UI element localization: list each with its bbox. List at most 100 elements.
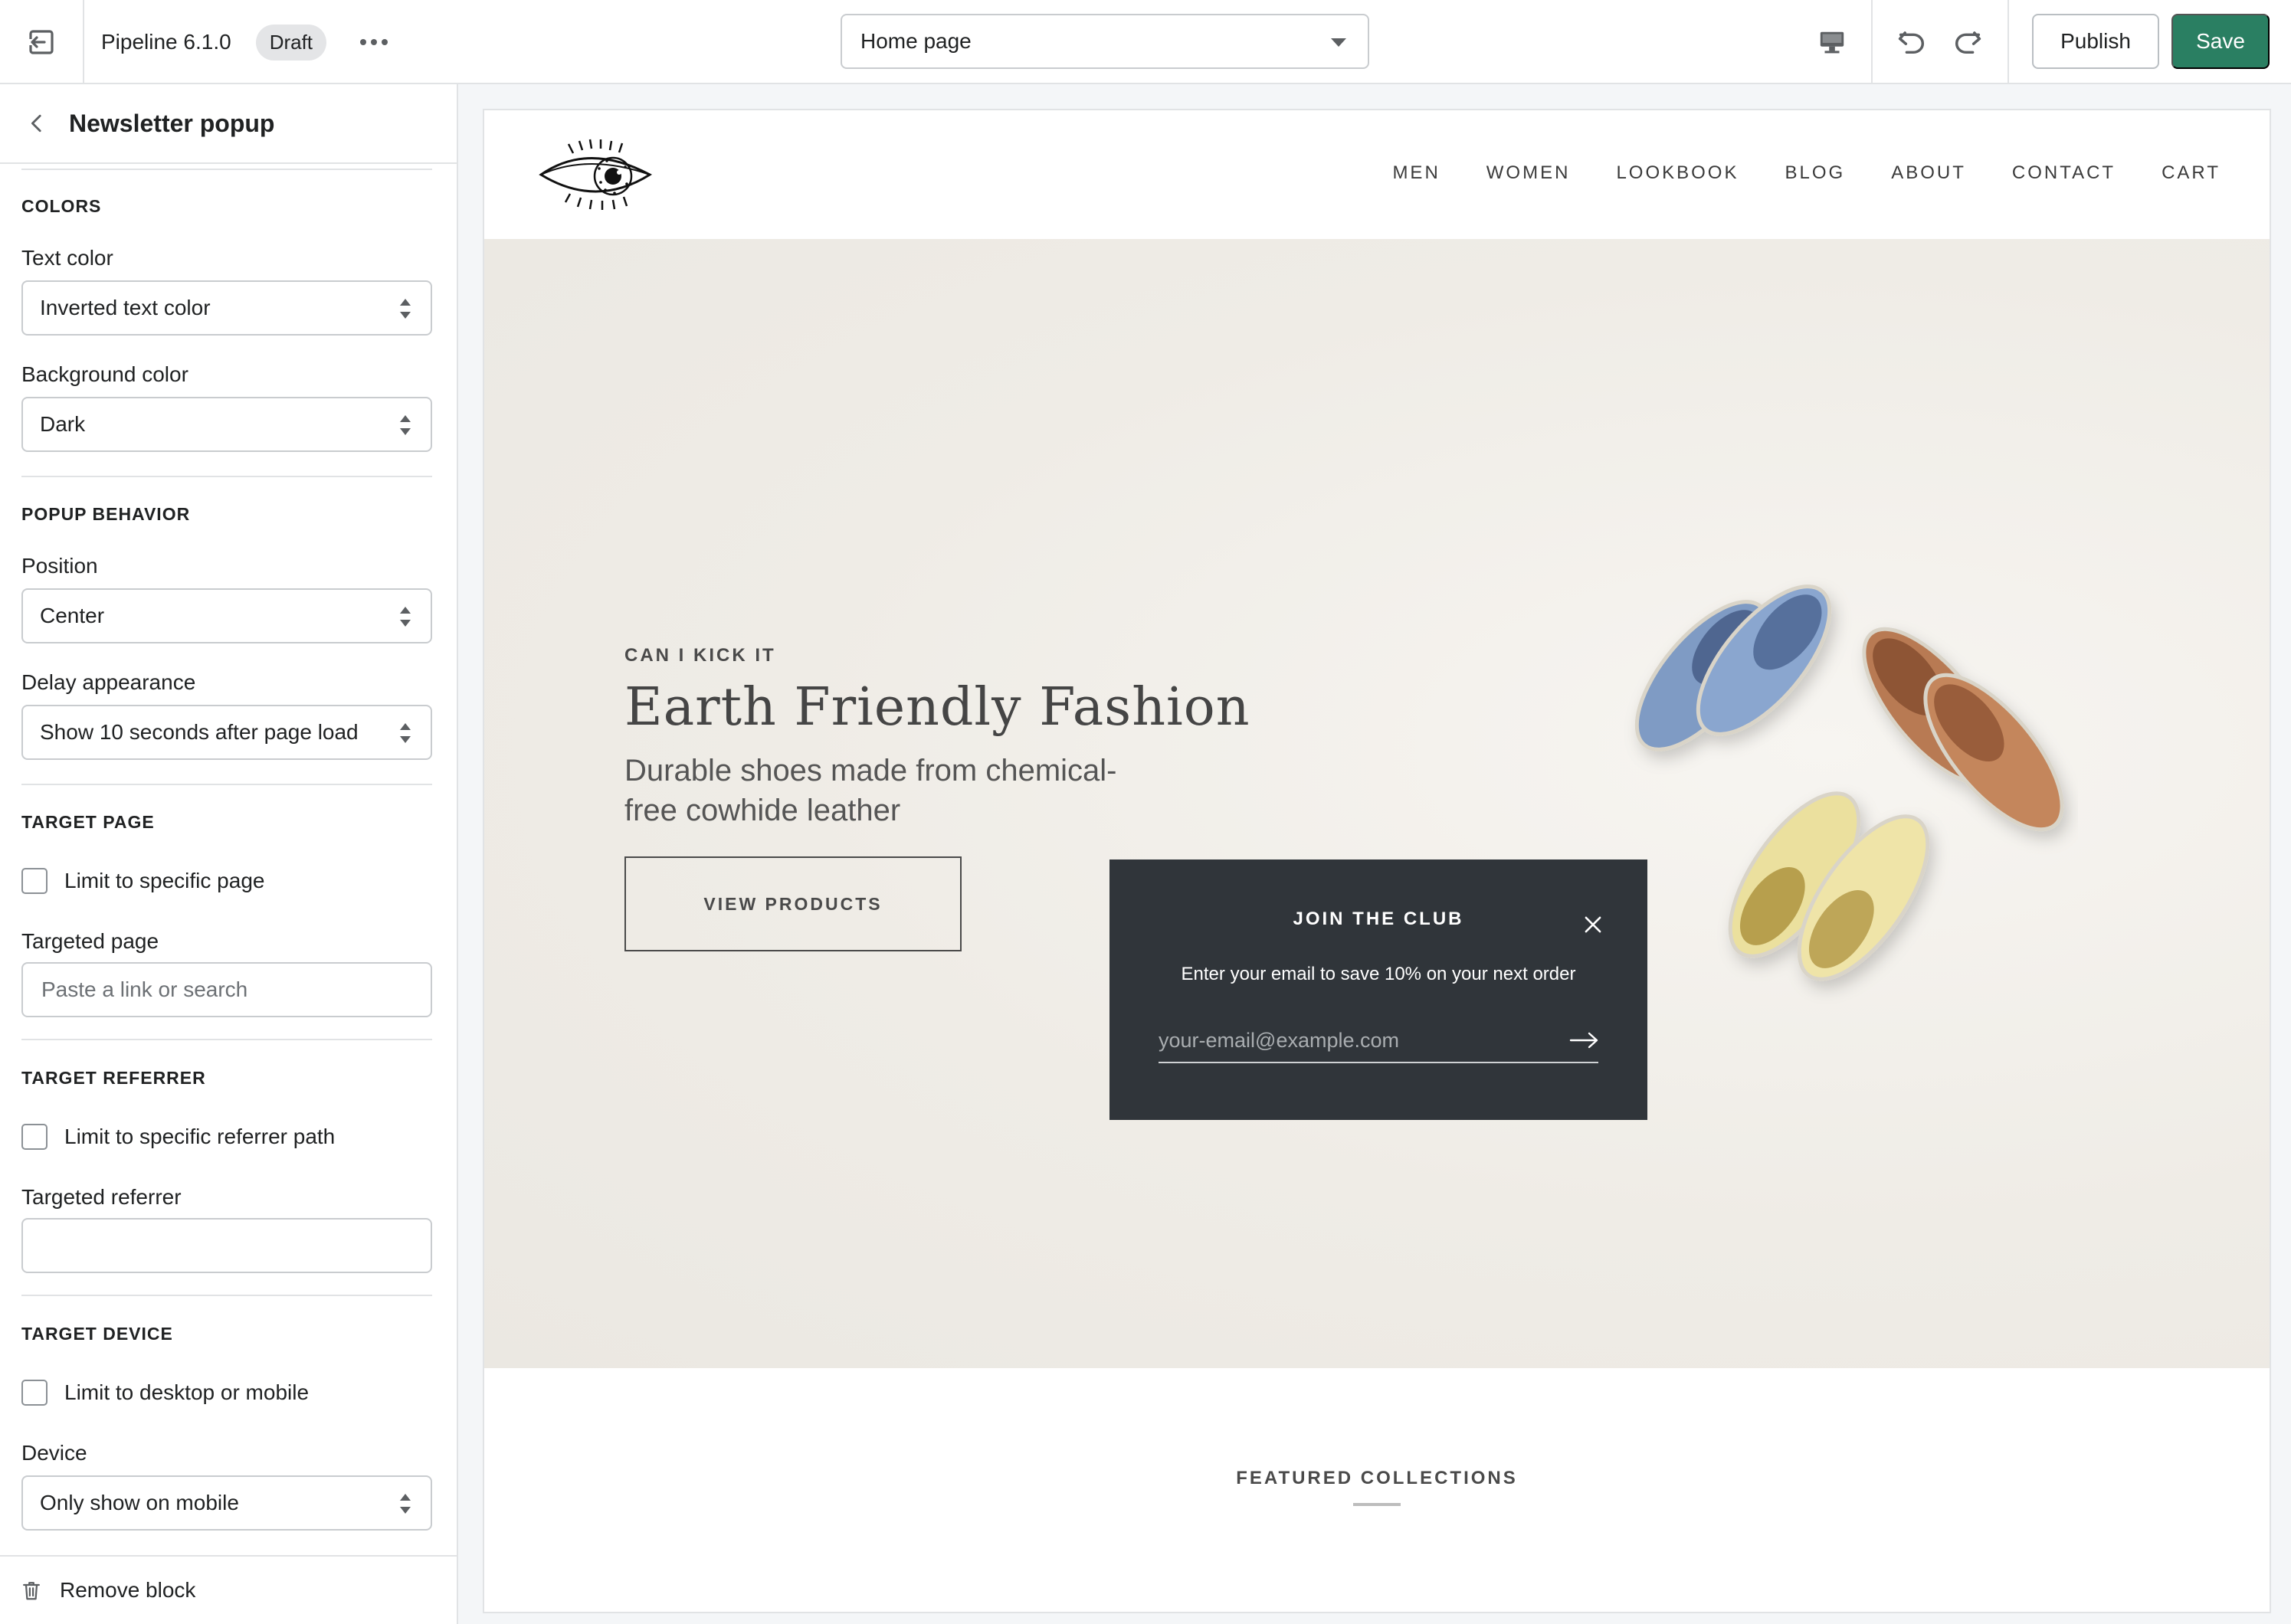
remove-block-label: Remove block (60, 1578, 196, 1602)
device-label: Device (21, 1441, 87, 1465)
limit-referrer-checkbox[interactable]: Limit to specific referrer path (21, 1124, 335, 1150)
page-selector[interactable]: Home page (841, 14, 1369, 69)
section-divider (21, 1039, 432, 1040)
exit-button[interactable] (0, 0, 84, 84)
section-title-target-page: TARGET PAGE (21, 812, 155, 832)
more-actions-button[interactable] (360, 39, 388, 45)
sidebar-title: Newsletter popup (69, 109, 275, 137)
nav-link-women[interactable]: WOMEN (1486, 162, 1571, 184)
caret-down-icon (1331, 38, 1346, 47)
limit-page-checkbox-label: Limit to specific page (64, 869, 265, 892)
hero-title: Earth Friendly Fashion (624, 677, 1250, 738)
text-color-select[interactable]: Inverted text color (21, 280, 432, 336)
eye-logo-icon[interactable] (535, 138, 657, 211)
device-select[interactable]: Only show on mobile (21, 1475, 432, 1531)
draft-badge: Draft (255, 24, 327, 61)
delay-select[interactable]: Show 10 seconds after page load (21, 705, 432, 760)
checkbox-box[interactable] (21, 1380, 48, 1406)
delay-label: Delay appearance (21, 670, 196, 694)
hero-banner: CAN I KICK IT Earth Friendly Fashion Dur… (484, 239, 2270, 1368)
limit-referrer-checkbox-label: Limit to specific referrer path (64, 1125, 336, 1148)
store-nav: MEN WOMEN LOOKBOOK BLOG ABOUT CONTACT CA… (1392, 162, 2221, 184)
section-title-colors: COLORS (21, 196, 102, 216)
sidebar-header: Newsletter popup (0, 84, 457, 164)
position-select[interactable]: Center (21, 588, 432, 643)
featured-underline (1353, 1503, 1401, 1506)
section-title-popup-behavior: POPUP BEHAVIOR (21, 504, 191, 524)
theme-name: Pipeline 6.1.0 (101, 30, 231, 54)
trash-icon (20, 1579, 43, 1602)
more-icon (360, 39, 367, 45)
toolbar-divider (1871, 0, 1873, 84)
popup-email-input[interactable] (1159, 1019, 1598, 1063)
section-divider (21, 169, 432, 170)
settings-sidebar: Newsletter popup COLORS Text color Inver… (0, 84, 458, 1624)
device-value: Only show on mobile (40, 1491, 239, 1514)
limit-device-checkbox[interactable]: Limit to desktop or mobile (21, 1380, 309, 1406)
view-products-button[interactable]: VIEW PRODUCTS (624, 856, 962, 951)
back-button[interactable] (21, 108, 52, 139)
background-color-label: Background color (21, 362, 188, 386)
targeted-page-input[interactable] (21, 962, 432, 1017)
select-arrows-icon (400, 607, 411, 627)
text-color-label: Text color (21, 246, 113, 270)
device-preview-button[interactable] (1808, 18, 1856, 66)
section-divider (21, 784, 432, 785)
nav-link-about[interactable]: ABOUT (1891, 162, 1966, 184)
popup-text: Enter your email to save 10% on your nex… (1181, 964, 1576, 984)
publish-button[interactable]: Publish (2032, 14, 2159, 69)
background-color-value: Dark (40, 412, 86, 436)
delay-value: Show 10 seconds after page load (40, 720, 359, 744)
newsletter-popup: JOIN THE CLUB Enter your email to save 1… (1109, 859, 1647, 1120)
redo-icon (1955, 31, 1981, 54)
checkbox-box[interactable] (21, 1124, 48, 1150)
section-title-target-device: TARGET DEVICE (21, 1324, 173, 1344)
exit-icon (29, 30, 54, 54)
targeted-referrer-label: Targeted referrer (21, 1185, 182, 1209)
hero-eyebrow: CAN I KICK IT (624, 645, 776, 666)
featured-collections-title: FEATURED COLLECTIONS (1236, 1468, 1518, 1488)
undo-icon (1898, 31, 1924, 54)
desktop-icon (1820, 31, 1844, 54)
nav-link-blog[interactable]: BLOG (1785, 162, 1845, 184)
store-header: MEN WOMEN LOOKBOOK BLOG ABOUT CONTACT CA… (484, 110, 2270, 239)
nav-link-men[interactable]: MEN (1392, 162, 1440, 184)
more-icon-dot (371, 39, 378, 45)
section-title-target-referrer: TARGET REFERRER (21, 1068, 206, 1088)
save-button[interactable]: Save (2171, 14, 2270, 69)
theme-preview: MEN WOMEN LOOKBOOK BLOG ABOUT CONTACT CA… (483, 109, 2271, 1613)
featured-collections-section: FEATURED COLLECTIONS (484, 1368, 2270, 1612)
popup-title: JOIN THE CLUB (1293, 909, 1464, 929)
nav-link-lookbook[interactable]: LOOKBOOK (1616, 162, 1739, 184)
arrow-right-icon[interactable] (1569, 1030, 1600, 1051)
checkbox-box[interactable] (21, 868, 48, 894)
page-selector-value: Home page (860, 29, 972, 53)
targeted-page-label: Targeted page (21, 929, 159, 953)
undo-button[interactable] (1888, 18, 1935, 66)
targeted-referrer-input[interactable] (21, 1218, 432, 1273)
select-arrows-icon (400, 299, 411, 319)
redo-button[interactable] (1944, 18, 1991, 66)
position-value: Center (40, 604, 105, 627)
shoes-image (1634, 584, 2064, 981)
section-divider (21, 1295, 432, 1296)
text-color-value: Inverted text color (40, 296, 211, 319)
remove-block-button[interactable]: Remove block (0, 1555, 457, 1624)
background-color-select[interactable]: Dark (21, 397, 432, 452)
select-arrows-icon (400, 415, 411, 435)
limit-device-checkbox-label: Limit to desktop or mobile (64, 1380, 310, 1404)
toolbar-divider (2007, 0, 2009, 84)
limit-page-checkbox[interactable]: Limit to specific page (21, 868, 264, 894)
section-divider (21, 476, 432, 477)
chevron-left-icon (31, 114, 41, 133)
editor-topbar: Pipeline 6.1.0 Draft Home page Publish S… (0, 0, 2291, 84)
theme-info: Pipeline 6.1.0 Draft (101, 23, 388, 61)
more-icon-dot (382, 39, 388, 45)
close-icon[interactable] (1583, 915, 1603, 935)
position-label: Position (21, 554, 98, 578)
nav-link-contact[interactable]: CONTACT (2012, 162, 2116, 184)
select-arrows-icon (400, 723, 411, 743)
select-arrows-icon (400, 1494, 411, 1514)
hero-subtitle: Durable shoes made from chemical-free co… (624, 754, 1117, 827)
nav-link-cart[interactable]: CART (2162, 162, 2221, 184)
